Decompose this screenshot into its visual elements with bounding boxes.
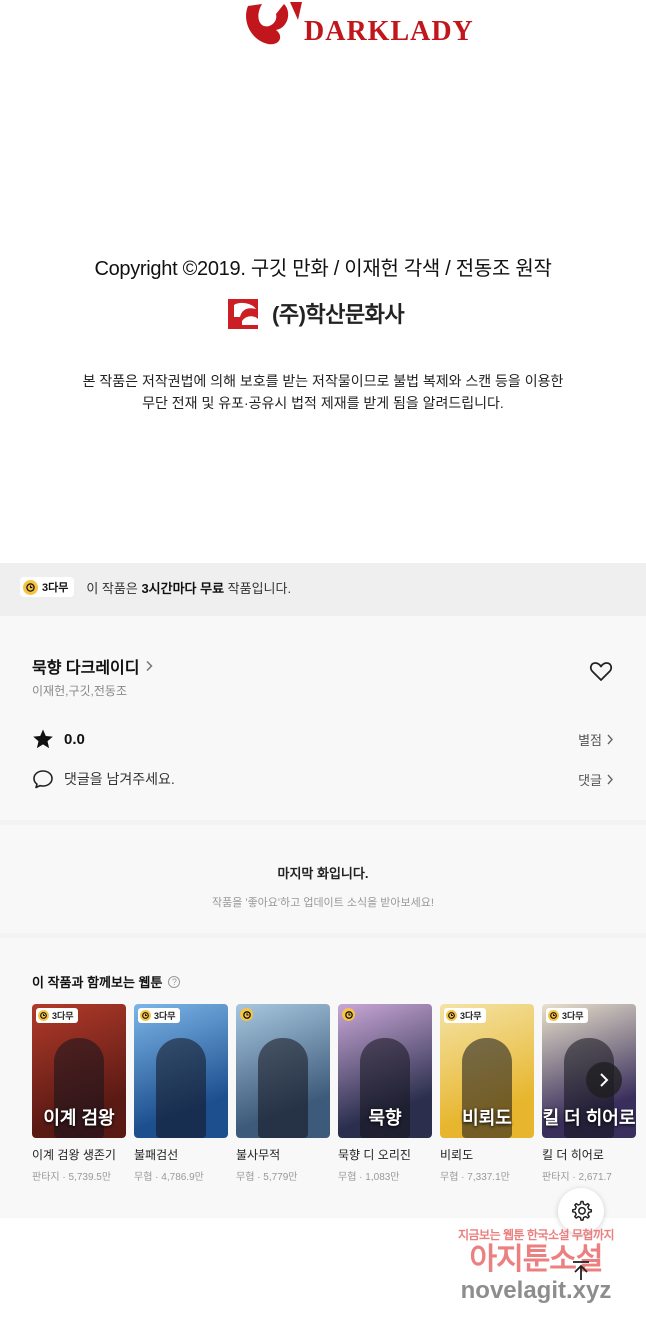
wait-free-badge: 3다무 [138,1008,180,1023]
scroll-top-button[interactable] [558,1248,604,1294]
episode-end-artwork: DARKLADY Copyright ©2019. 구깃 만화 / 이재헌 각색… [0,0,646,563]
series-authors: 이재헌,구깃,전동조 [32,684,127,698]
recommendation-meta: 무협 · 7,337.1만 [440,1172,510,1183]
chevron-right-icon [145,660,153,672]
free-text-prefix: 이 작품은 [86,580,142,596]
clock-icon [38,1010,49,1021]
series-title-link[interactable]: 묵향 다크레이디 [32,654,154,678]
recommendation-title: 불패검선 [134,1148,179,1162]
copyright-notice: 본 작품은 저작권법에 의해 보호를 받는 저작물이므로 불법 복제와 스캔 등… [0,370,646,414]
badge-label: 3다무 [460,1011,482,1021]
recommendations-section: 이 작품과 함께보는 웹툰 ? 이계 검왕 3다무이계 검왕 생존기판타지 · 5… [0,938,646,1229]
clock-icon [446,1010,457,1021]
gear-icon [571,1200,593,1221]
badge-label: 3다무 [52,1011,74,1021]
free-banner-text: 이 작품은 3시간마다 무료 작품입니다. [86,578,291,597]
publisher-mark-icon [228,299,258,329]
speech-bubble-icon [33,770,53,789]
recommendation-card[interactable]: 묵향묵향 디 오리진무협 · 1,083만 [338,1004,432,1183]
notice-line: 무단 전재 및 유포·공유시 법적 제재를 받게 됨을 알려드립니다. [142,395,504,411]
publisher-name: (주)학산문화사 [272,302,405,327]
recommendation-title: 비뢰도 [440,1148,474,1162]
comment-prompt: 댓글을 남겨주세요. [64,771,175,787]
clock-icon [140,1010,151,1021]
series-title: 묵향 다크레이디 [32,660,140,677]
chevron-right-icon [600,1073,609,1087]
rating-link-label: 별점 [578,732,602,748]
rating-link[interactable]: 별점 [578,730,614,749]
recommendations-title-text: 이 작품과 함께보는 웹툰 [32,975,163,990]
recommendation-meta: 판타지 · 2,671.7 [542,1172,612,1183]
recommendation-cover: 묵향 [338,1004,432,1138]
free-every-3h-banner: 3다무 이 작품은 3시간마다 무료 작품입니다. [0,563,646,611]
free-text-bold: 3시간마다 무료 [141,580,225,596]
recommendation-card[interactable]: 불사무적무협 · 5,779만 [236,1004,330,1183]
chevron-right-icon [607,734,613,744]
badge-label: 3다무 [42,582,69,594]
recommendation-card[interactable]: 비뢰도 3다무비뢰도무협 · 7,337.1만 [440,1004,534,1183]
wait-free-badge: 3다무 [36,1008,78,1023]
cover-figure [258,1038,308,1138]
recommendation-title: 묵향 디 오리진 [338,1148,411,1162]
cover-title-text: 킬 더 히어로 [542,1108,636,1128]
wait-free-badge: 3다무 [444,1008,486,1023]
recommendation-meta: 무협 · 1,083만 [338,1172,400,1183]
publisher-logo: (주)학산문화사 [226,292,405,334]
cover-title-text: 비뢰도 [462,1108,512,1128]
last-episode-notice: 마지막 화입니다. 작품을 '좋아요'하고 업데이트 소식을 받아보세요! [0,825,646,933]
recommendation-meta: 판타지 · 5,739.5만 [32,1172,112,1183]
recommendation-title: 불사무적 [236,1148,281,1162]
viewer-settings-button[interactable] [558,1188,604,1234]
last-episode-subtitle: 작품을 '좋아요'하고 업데이트 소식을 받아보세요! [212,897,434,909]
recommendation-cover [236,1004,330,1138]
page-bottom [0,1218,646,1334]
clock-icon [240,1008,253,1021]
comment-row[interactable]: 댓글을 남겨주세요. 댓글 [32,768,614,790]
recommendation-cover: 3다무 [134,1004,228,1138]
clock-icon [342,1008,355,1021]
wait-free-badge: 3다무 [546,1008,588,1023]
notice-line: 본 작품은 저작권법에 의해 보호를 받는 저작물이므로 불법 복제와 스캔 등… [82,373,564,389]
clock-icon [548,1010,559,1021]
recommendation-meta: 무협 · 4,786.9만 [134,1172,204,1183]
clock-icon [23,579,38,595]
series-info-panel: 묵향 다크레이디 이재헌,구깃,전동조 0.0 별점 댓글을 남겨주세요. 댓글 [0,616,646,820]
comment-link-label: 댓글 [578,772,602,788]
free-text-suffix: 작품입니다. [224,580,292,596]
recommendations-title: 이 작품과 함께보는 웹툰 ? [32,972,646,991]
carousel-next-button[interactable] [586,1062,622,1098]
recommendation-card[interactable]: 3다무불패검선무협 · 4,786.9만 [134,1004,228,1183]
cover-title-text: 묵향 [368,1108,402,1128]
arrow-up-icon [573,1261,589,1280]
recommendation-cover: 이계 검왕 3다무 [32,1004,126,1138]
comment-link[interactable]: 댓글 [578,770,614,789]
rating-row: 0.0 별점 [32,728,614,750]
help-icon[interactable]: ? [168,975,181,988]
badge-label: 3다무 [562,1011,584,1021]
chevron-right-icon [607,774,613,784]
recommendation-title: 이계 검왕 생존기 [32,1148,116,1162]
copyright-text: Copyright ©2019. 구깃 만화 / 이재헌 각색 / 전동조 원작 [94,258,552,280]
last-episode-title: 마지막 화입니다. [277,866,369,881]
cover-figure [156,1038,206,1138]
darklady-logo: DARKLADY [246,2,474,47]
heart-icon[interactable] [588,658,614,684]
recommendation-title: 킬 더 히어로 [542,1148,604,1162]
wait-free-badge: 3다무 [20,577,75,597]
recommendation-card[interactable]: 킬 더 히어로 3다무킬 더 히어로판타지 · 2,671.7 [542,1004,636,1183]
recommendation-meta: 무협 · 5,779만 [236,1172,298,1183]
svg-text:DARKLADY: DARKLADY [304,16,474,47]
recommendation-carousel: 이계 검왕 3다무이계 검왕 생존기판타지 · 5,739.5만 3다무불패검선무협… [32,1004,636,1183]
recommendation-card[interactable]: 이계 검왕 3다무이계 검왕 생존기판타지 · 5,739.5만 [32,1004,126,1183]
rating-value: 0.0 [64,730,85,748]
star-icon [33,729,53,749]
cover-title-text: 이계 검왕 [43,1108,115,1128]
badge-label: 3다무 [154,1011,176,1021]
recommendation-cover: 비뢰도 3다무 [440,1004,534,1138]
